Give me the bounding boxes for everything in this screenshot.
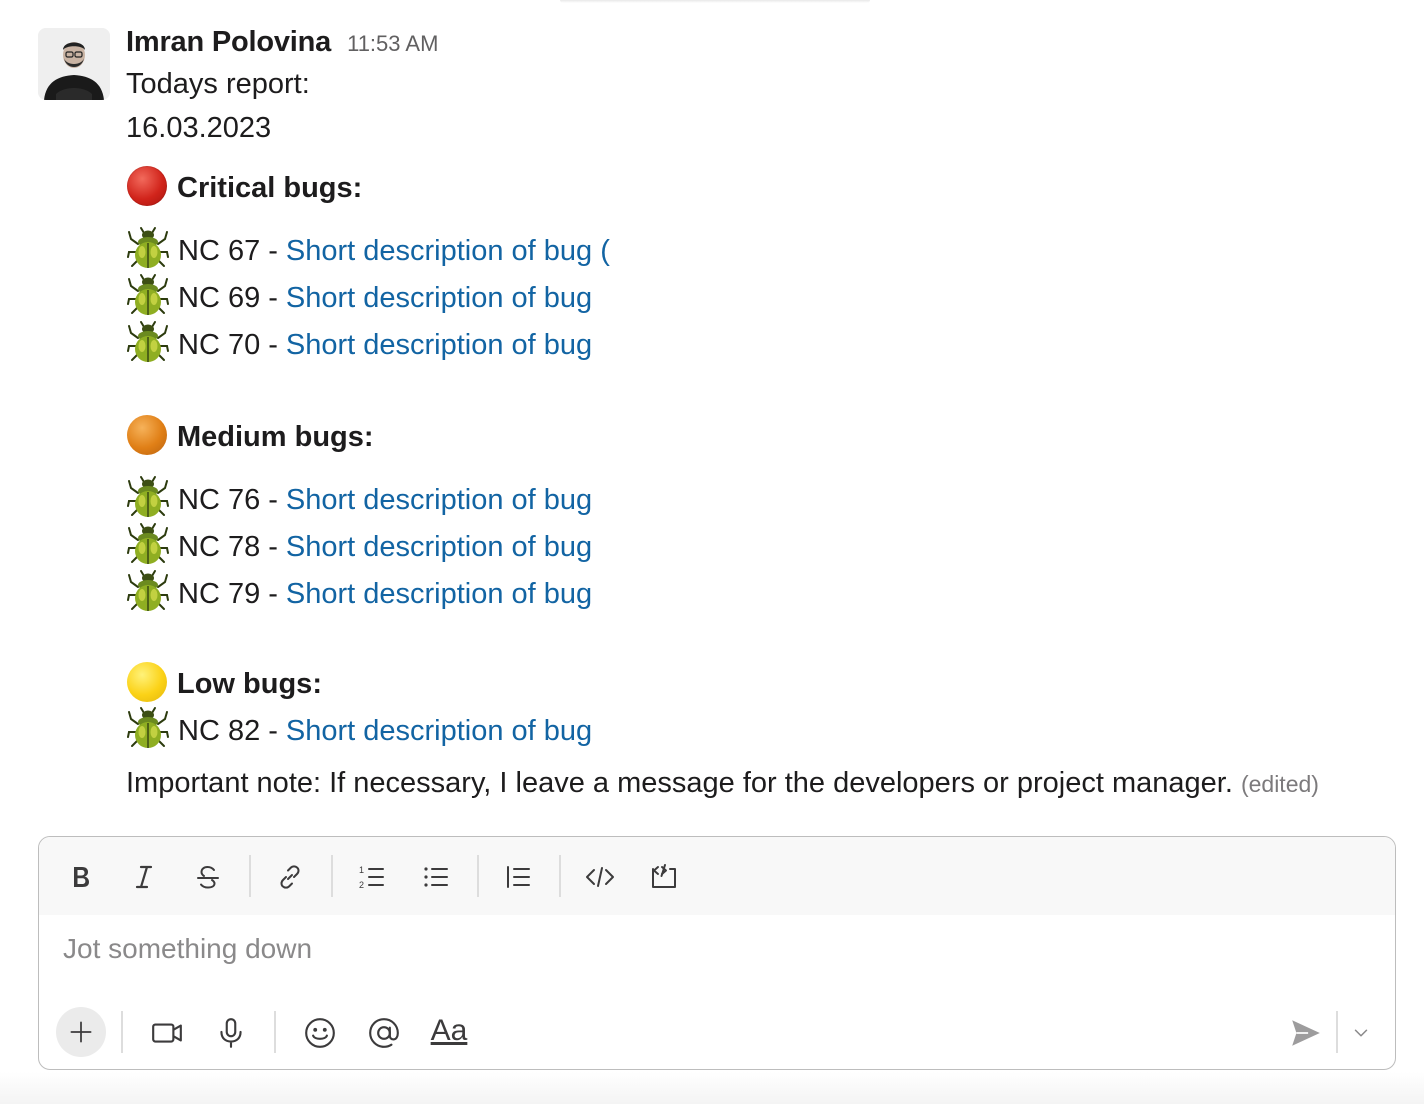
- timestamp[interactable]: 11:53 AM: [347, 31, 438, 57]
- avatar[interactable]: [38, 28, 110, 100]
- bug-link[interactable]: Short description of bug: [286, 715, 592, 747]
- bug-id: NC 70: [178, 329, 261, 361]
- bug-separator: -: [268, 484, 278, 516]
- ordered-list-icon[interactable]: 12: [352, 857, 392, 897]
- beetle-icon: [127, 321, 169, 362]
- microphone-icon[interactable]: [211, 1013, 251, 1053]
- composer-actions: Aa: [39, 997, 1395, 1067]
- blockquote-icon[interactable]: [498, 857, 538, 897]
- message: Imran Polovina 11:53 AM Todays report: 1…: [126, 26, 1396, 806]
- bug-item: NC 69- Short description of bug: [126, 273, 1396, 320]
- beetle-icon: [127, 570, 169, 611]
- intro-text: Todays report:: [126, 68, 310, 100]
- page-footer-shadow: [0, 1072, 1424, 1104]
- message-input[interactable]: Jot something down: [63, 933, 312, 965]
- bug-id: NC 78: [178, 531, 261, 563]
- bug-link[interactable]: Short description of bug: [286, 329, 592, 361]
- beetle-icon: [127, 274, 169, 315]
- chevron-down-icon[interactable]: [1347, 1019, 1375, 1047]
- toolbar-divider: [249, 855, 251, 897]
- section-title: Low bugs:: [177, 668, 322, 700]
- bug-id: NC 67: [178, 235, 261, 267]
- section-header: Low bugs:: [126, 662, 1396, 706]
- orange-circle-icon: [127, 415, 167, 455]
- avatar-photo: [38, 28, 110, 100]
- edited-label: (edited): [1240, 771, 1319, 797]
- red-circle-icon: [127, 166, 167, 206]
- bug-section: Low bugs: NC 82- Short description of bug: [126, 662, 1396, 753]
- message-composer: 12 Jot something down Aa: [38, 836, 1396, 1070]
- bold-icon[interactable]: [60, 857, 100, 897]
- emoji-icon[interactable]: [300, 1013, 340, 1053]
- bug-id: NC 69: [178, 282, 261, 314]
- beetle-icon: [127, 523, 169, 564]
- bug-separator: -: [268, 282, 278, 314]
- svg-text:2: 2: [359, 880, 364, 890]
- bug-item: NC 67- Short description of bug (: [126, 226, 1396, 273]
- bulleted-list-icon[interactable]: [416, 857, 456, 897]
- actions-divider: [274, 1011, 276, 1053]
- bug-item: NC 79- Short description of bug: [126, 569, 1396, 616]
- beetle-icon: [127, 707, 169, 748]
- plus-icon[interactable]: [56, 1007, 106, 1057]
- bug-id: NC 82: [178, 715, 261, 747]
- section-header: Critical bugs:: [126, 166, 1396, 210]
- beetle-icon: [127, 227, 169, 268]
- toolbar-divider: [331, 855, 333, 897]
- link-icon[interactable]: [270, 857, 310, 897]
- bug-separator: -: [268, 329, 278, 361]
- section-header: Medium bugs:: [126, 415, 1396, 459]
- message-header: Imran Polovina 11:53 AM: [126, 26, 1396, 62]
- bug-link[interactable]: Short description of bug (: [286, 235, 610, 267]
- note-line: Important note: If necessary, I leave a …: [126, 761, 1396, 806]
- bug-id: NC 79: [178, 578, 261, 610]
- bug-separator: -: [268, 578, 278, 610]
- bug-separator: -: [268, 531, 278, 563]
- bug-sections: Critical bugs: NC 67- Short description of…: [126, 166, 1396, 753]
- formatting-toolbar: 12: [39, 837, 1395, 915]
- svg-text:1: 1: [359, 865, 364, 875]
- code-icon[interactable]: [580, 857, 620, 897]
- toolbar-divider: [477, 855, 479, 897]
- bug-item: NC 78- Short description of bug: [126, 522, 1396, 569]
- bug-item: NC 82- Short description of bug: [126, 706, 1396, 753]
- bug-link[interactable]: Short description of bug: [286, 578, 592, 610]
- note-text: Important note: If necessary, I leave a …: [126, 767, 1233, 799]
- code-block-icon[interactable]: [644, 857, 684, 897]
- yellow-circle-icon: [127, 662, 167, 702]
- bug-link[interactable]: Short description of bug: [286, 531, 592, 563]
- strikethrough-icon[interactable]: [188, 857, 228, 897]
- actions-divider: [121, 1011, 123, 1053]
- bug-item: NC 70- Short description of bug: [126, 320, 1396, 367]
- bug-separator: -: [268, 235, 278, 267]
- bug-item: NC 76- Short description of bug: [126, 475, 1396, 522]
- report-date: 16.03.2023: [126, 112, 272, 144]
- section-title: Medium bugs:: [177, 421, 374, 453]
- beetle-icon: [127, 476, 169, 517]
- bug-link[interactable]: Short description of bug: [286, 484, 592, 516]
- bug-section: Critical bugs: NC 67- Short description of…: [126, 166, 1396, 367]
- bug-section: Medium bugs: NC 76- Short description of b…: [126, 415, 1396, 616]
- bug-separator: -: [268, 715, 278, 747]
- italic-icon[interactable]: [124, 857, 164, 897]
- toolbar-divider: [559, 855, 561, 897]
- mention-icon[interactable]: [364, 1013, 404, 1053]
- bug-link[interactable]: Short description of bug: [286, 282, 592, 314]
- video-icon[interactable]: [147, 1013, 187, 1053]
- send-icon[interactable]: [1286, 1013, 1326, 1053]
- bug-id: NC 76: [178, 484, 261, 516]
- section-title: Critical bugs:: [177, 172, 363, 204]
- format-icon[interactable]: Aa: [428, 1010, 470, 1052]
- scroll-shadow: [560, 0, 870, 3]
- author-name[interactable]: Imran Polovina: [126, 26, 331, 59]
- send-divider: [1336, 1011, 1338, 1053]
